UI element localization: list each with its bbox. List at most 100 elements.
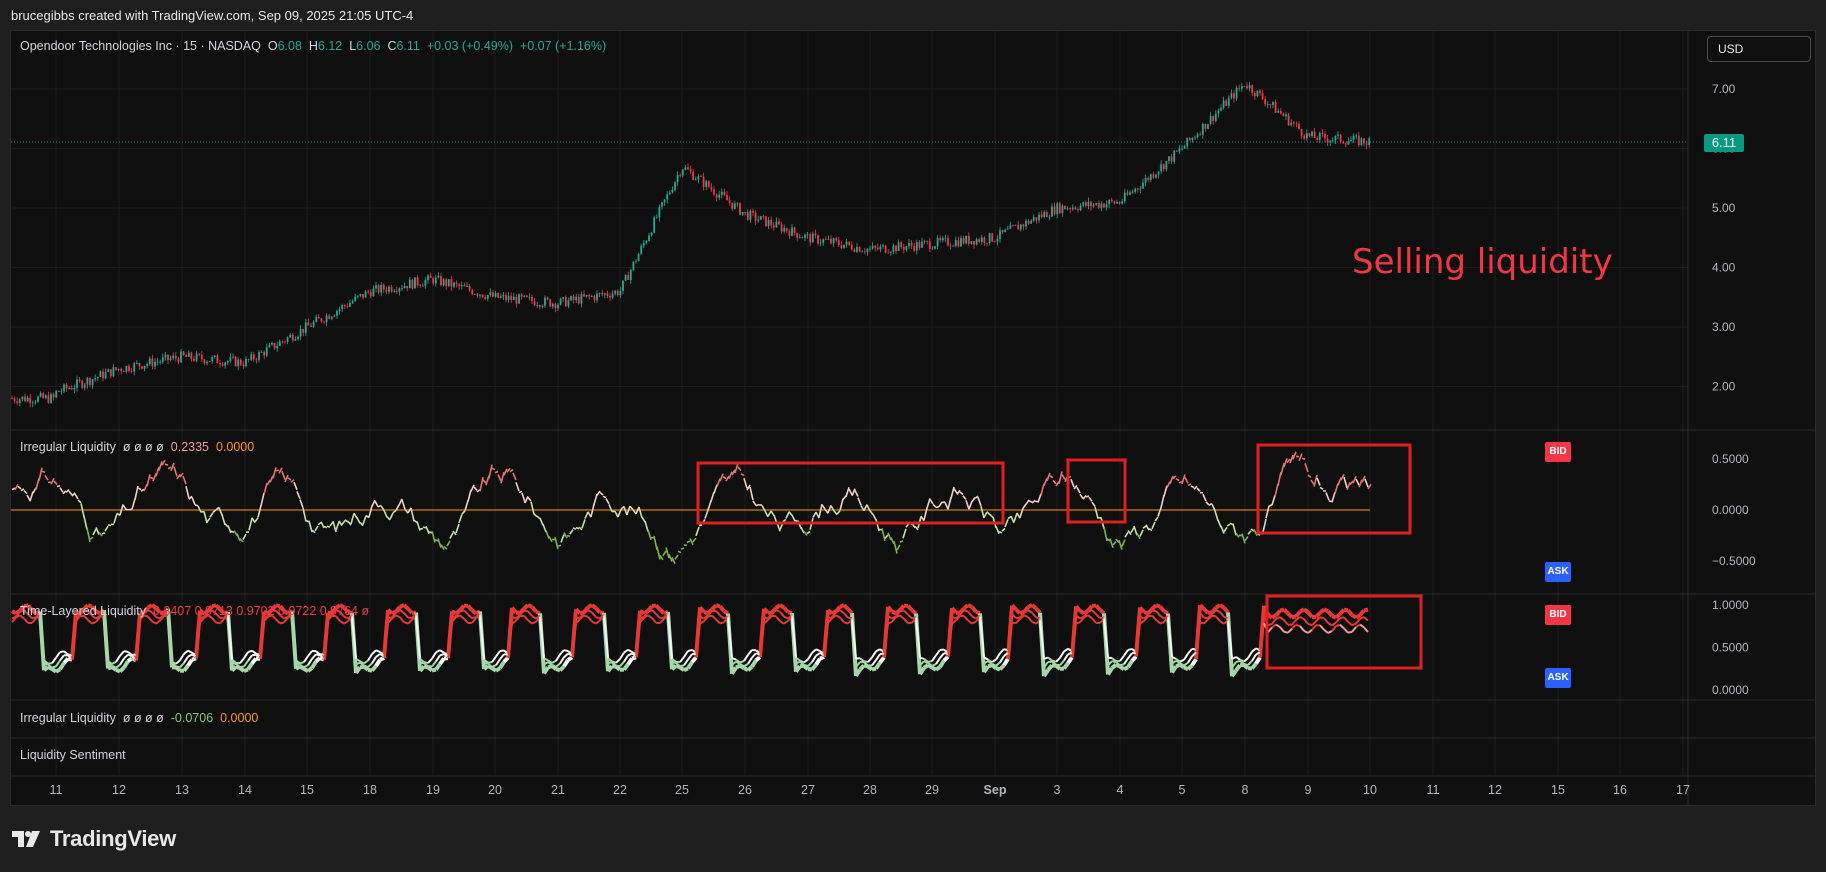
candle-body [583, 294, 585, 297]
candle-body [637, 253, 640, 262]
oscillator-segment [791, 514, 796, 522]
candle-body [206, 361, 208, 364]
candle-body [809, 234, 812, 243]
candle-body [1277, 110, 1280, 113]
oscillator-segment [1145, 524, 1150, 531]
candle-body [697, 176, 700, 180]
oscillator-segment [722, 475, 727, 480]
liquidity-layer-segment [563, 652, 569, 658]
candle-body [863, 251, 866, 253]
oscillator-segment [629, 505, 634, 511]
currency-selector[interactable]: USD [1707, 36, 1811, 62]
candle-body [666, 194, 669, 200]
candle-body [1279, 110, 1282, 114]
candle-body [1186, 137, 1189, 147]
open-label: O [267, 39, 278, 53]
candle-body [367, 291, 370, 293]
candle-body [26, 397, 29, 402]
candle-body [107, 369, 110, 372]
oscillator-segment [698, 524, 703, 527]
oscillator-segment [1124, 531, 1129, 538]
oscillator-segment [545, 530, 550, 539]
main-symbol-legend[interactable]: Opendoor Technologies Inc · 15 · NASDAQ … [20, 39, 606, 53]
oscillator-segment [326, 525, 331, 528]
oscillator-segment [1226, 523, 1231, 527]
pane2-title[interactable]: Time-Layered Liquidity [20, 604, 146, 618]
liquidity-layer-segment [679, 664, 685, 668]
candle-body [1347, 141, 1350, 145]
time-axis-tick: 5 [1179, 783, 1186, 797]
chart-canvas[interactable]: 7.006.005.004.003.002.000.50000.0000−0.5… [0, 0, 1826, 872]
candle-body [702, 176, 705, 187]
candle-body [429, 275, 432, 279]
candle-body [1285, 114, 1287, 117]
pane4-title[interactable]: Liquidity Sentiment [20, 748, 126, 762]
liquidity-layer-segment [1123, 665, 1129, 672]
candle-body [310, 325, 312, 327]
oscillator-segment [1061, 474, 1066, 480]
candle-body [952, 245, 955, 247]
candle-body [570, 296, 572, 301]
liquidity-layer-segment [1094, 604, 1102, 612]
liquidity-layer-segment [1254, 656, 1262, 665]
symbol-name[interactable]: Opendoor Technologies Inc · 15 · NASDAQ [20, 39, 261, 53]
open-value: 6.08 [277, 39, 302, 53]
candle-body [593, 295, 596, 301]
liquidity-layer-segment [907, 613, 913, 620]
candle-body [190, 352, 193, 359]
pane1-legend[interactable]: Irregular Liquidity ø ø ø ø 0.2335 0.000… [20, 440, 254, 454]
candle-body [960, 238, 962, 247]
time-axis-tick: 27 [801, 783, 815, 797]
oscillator-segment [821, 504, 826, 510]
tradingview-logo[interactable]: TradingView [12, 826, 176, 852]
pane3-title[interactable]: Irregular Liquidity [20, 711, 116, 725]
liquidity-layer-segment [1275, 623, 1281, 628]
oscillator-segment [704, 509, 709, 519]
liquidity-layer-segment [1130, 655, 1138, 663]
liquidity-layer-segment [211, 617, 217, 624]
liquidity-layer-segment [811, 655, 817, 663]
candle-body [411, 279, 414, 289]
oscillator-segment [296, 491, 301, 499]
time-axis-tick: 12 [1488, 783, 1502, 797]
selling-liquidity-annotation: Selling liquidity [1352, 242, 1613, 282]
pane2-legend[interactable]: Time-Layered Liquidity 0.3407 0.9713 0.9… [20, 604, 369, 618]
price-axis-tick: 5.00 [1712, 201, 1736, 215]
candle-body [388, 286, 390, 292]
liquidity-layer-segment [906, 604, 914, 612]
candle-body [146, 363, 149, 366]
liquidity-layer-segment [399, 609, 405, 614]
axis-labels: 7.006.005.004.003.002.000.50000.0000−0.5… [50, 82, 1757, 797]
pane4-legend[interactable]: Liquidity Sentiment [20, 748, 126, 762]
pane1-title[interactable]: Irregular Liquidity [20, 440, 116, 454]
candle-body [1259, 90, 1261, 94]
candle-body [1188, 137, 1191, 141]
pane1-value1: 0.2335 [170, 440, 209, 454]
candle-body [739, 203, 741, 215]
candle-body [440, 275, 442, 286]
candle-body [50, 394, 52, 403]
pane3-legend[interactable]: Irregular Liquidity ø ø ø ø -0.0706 0.00… [20, 711, 258, 725]
liquidity-layer-segment [343, 620, 349, 625]
candle-body [63, 384, 65, 392]
candle-body [1344, 143, 1347, 145]
candle-body [117, 368, 120, 370]
liquidity-layer-segment [1059, 650, 1065, 659]
liquidity-layer-segment [1343, 607, 1349, 613]
oscillator-segment [524, 496, 529, 504]
time-axis-tick: 3 [1054, 783, 1061, 797]
candle-body [65, 384, 68, 389]
tradingview-brand: TradingView [50, 826, 176, 851]
time-axis-tick: 21 [551, 783, 565, 797]
pane-separators[interactable] [11, 31, 1816, 805]
irregular-liquidity-pane[interactable] [11, 451, 1372, 564]
liquidity-layer-segment [807, 652, 813, 660]
candle-body [1157, 171, 1160, 175]
liquidity-layer-segment [371, 649, 377, 655]
pane3-nulls: ø ø ø ø [122, 711, 164, 725]
candle-body [164, 354, 167, 358]
oscillator-segment [695, 526, 700, 537]
candle-body [913, 245, 916, 251]
candle-body [398, 288, 401, 292]
liquidity-layer-segment [1319, 624, 1325, 631]
